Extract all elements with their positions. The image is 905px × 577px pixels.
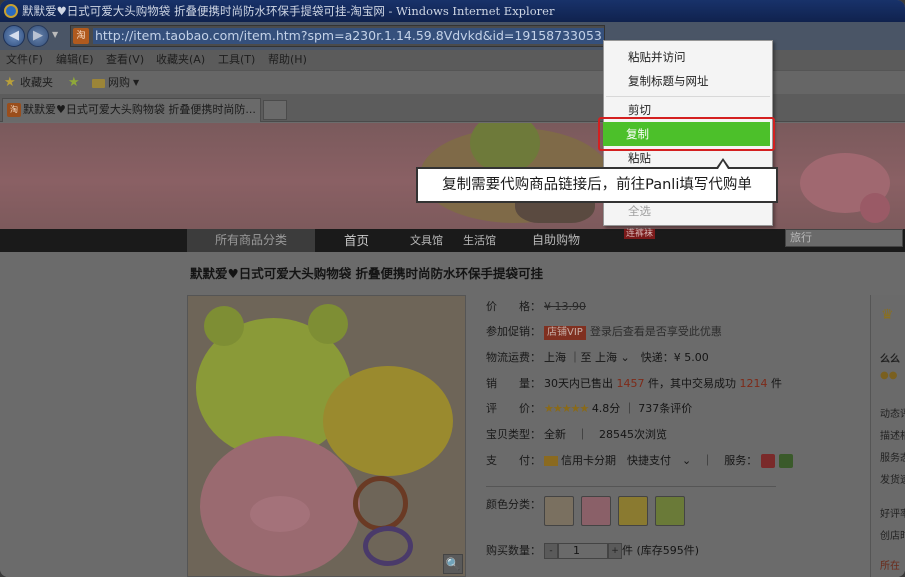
promo-login-link[interactable]: 登录后查看是否享受此优惠 <box>590 325 722 338</box>
payment-value[interactable]: 信用卡分期 快捷支付 ⌄ ｜ 服务： <box>561 454 757 467</box>
shop-info-panel: ♛ 么么 ●● 动态评 描述相 服务态 发货速 好评率 创店时 所在 <box>870 295 905 577</box>
menu-tools[interactable]: 工具(T) <box>218 50 255 70</box>
rating-value[interactable]: 4.8分 ｜ 737条评价 <box>592 402 692 415</box>
shop-nav: 所有商品分类 首页 文具馆 生活馆 自助购物 沫 家 连裤袜 旅行 <box>0 229 905 252</box>
ie-window: 默默爱♥日式可爱大头购物袋 折叠便携时尚防水环保手提袋可挂-淘宝网 - Wind… <box>0 0 905 577</box>
menu-item-paste-and-go[interactable]: 粘贴并访问 <box>628 47 686 67</box>
instruction-callout: 复制需要代购商品链接后，前往Panli填写代购单 <box>416 167 778 203</box>
menu-file[interactable]: 文件(F) <box>6 50 43 70</box>
type-row: 宝贝类型： 全新 ｜ 28545次浏览 <box>486 428 667 441</box>
frog-eye-graphic <box>308 304 348 344</box>
menu-separator <box>606 96 770 97</box>
product-content: 默默爱♥日式可爱大头购物袋 折叠便携时尚防水环保手提袋可挂 🔍 价 格： ¥ 13… <box>0 252 905 577</box>
menu-edit[interactable]: 编辑(E) <box>56 50 94 70</box>
shipping-row: 物流运费： 上海 ｜至 上海 ⌄ 快递：¥ 5.00 <box>486 351 709 364</box>
copy-highlight-frame: 复制 <box>598 117 775 151</box>
taobao-favicon-icon: 淘 <box>73 28 89 44</box>
shop-rank-icon: ●● <box>880 370 898 381</box>
banner-heart-small-graphic <box>860 193 890 223</box>
folder-icon <box>92 79 105 88</box>
new-tab-button[interactable] <box>263 100 287 120</box>
favorites-button[interactable]: 收藏夹 <box>20 71 53 95</box>
menu-item-select-all[interactable]: 全选 <box>628 201 651 221</box>
nav-stationery[interactable]: 文具馆 <box>410 229 443 252</box>
color-swatch-frog[interactable] <box>655 496 685 526</box>
taobao-tab-icon: 淘 <box>7 103 21 117</box>
sales-row: 销 量： 30天内已售出 1457 件，其中交易成功 1214 件 <box>486 377 782 390</box>
service-guarantee-icon <box>779 454 794 468</box>
vip-badge: 店铺VIP <box>544 326 586 340</box>
payment-row: 支 付： 信用卡分期 快捷支付 ⌄ ｜ 服务： <box>486 452 794 470</box>
color-swatch-pig[interactable] <box>581 496 611 526</box>
callout-pointer-inner <box>718 161 728 169</box>
qty-increase-button[interactable]: + <box>608 543 622 559</box>
duck-bag-graphic <box>323 366 453 476</box>
chevron-down-icon[interactable]: ▼ <box>133 71 139 95</box>
menu-help[interactable]: 帮助(H) <box>268 50 307 70</box>
favorites-folder-link[interactable]: 网购 <box>108 71 130 95</box>
zoom-icon[interactable]: 🔍 <box>443 554 463 574</box>
nav-home[interactable]: 首页 <box>344 229 369 252</box>
nav-self-purchase[interactable]: 自助购物 <box>532 229 580 252</box>
type-value: 全新 ｜ 28545次浏览 <box>544 428 667 441</box>
service-7day-icon <box>761 454 776 468</box>
menu-view[interactable]: 查看(V) <box>106 50 144 70</box>
address-field[interactable]: 淘 http://item.taobao.com/item.htm?spm=a2… <box>70 25 605 47</box>
history-dropdown-icon[interactable]: ▼ <box>52 30 58 39</box>
shop-search-input[interactable]: 旅行 <box>785 229 903 247</box>
menu-favorites[interactable]: 收藏夹(A) <box>156 50 205 70</box>
ie-logo-icon <box>4 4 18 18</box>
quantity-input[interactable]: 1 <box>558 543 608 559</box>
forward-button[interactable]: ▶ <box>27 25 49 47</box>
color-swatches <box>544 496 694 528</box>
credit-card-icon <box>544 456 558 466</box>
pig-nose-graphic <box>250 496 310 532</box>
crown-icon: ♛ <box>881 307 894 323</box>
price-value: ¥ 13.90 <box>544 300 586 313</box>
menu-item-copy[interactable]: 复制 <box>603 122 770 146</box>
menu-item-paste[interactable]: 粘贴 <box>628 148 651 168</box>
add-favorite-icon[interactable]: ★ <box>68 71 80 95</box>
nav-living[interactable]: 生活馆 <box>463 229 496 252</box>
rating-row: 评 价： ★★★★★ 4.8分 ｜ 737条评价 <box>486 402 693 415</box>
stock-info: 件 (库存595件) <box>622 544 700 557</box>
promo-row: 参加促销： 店铺VIP 登录后查看是否享受此优惠 <box>486 325 722 340</box>
shipping-value[interactable]: 上海 ｜至 上海 ⌄ 快递：¥ 5.00 <box>544 351 709 364</box>
color-swatch-panda[interactable] <box>544 496 574 526</box>
frog-eye-graphic <box>204 306 244 346</box>
color-row: 颜色分类： <box>486 498 541 511</box>
price-row: 价 格： ¥ 13.90 <box>486 300 586 313</box>
qty-decrease-button[interactable]: - <box>544 543 558 559</box>
color-swatch-duck[interactable] <box>618 496 648 526</box>
sales-count: 1457 <box>616 377 645 390</box>
carabiner-graphic <box>363 526 413 566</box>
favorites-star-icon: ★ <box>4 75 16 90</box>
back-button[interactable]: ◀ <box>3 25 25 47</box>
tab-label: 默默爱♥日式可爱大头购物袋 折叠便携时尚防... <box>23 103 256 116</box>
product-info: 价 格： ¥ 13.90 参加促销： 店铺VIP 登录后查看是否享受此优惠 物流运费：… <box>486 252 866 577</box>
quantity-row: 购买数量： -1 + 件 (库存595件) <box>486 543 700 559</box>
nav-brand-badge[interactable]: 连裤袜 <box>624 229 656 239</box>
window-title: 默默爱♥日式可爱大头购物袋 折叠便携时尚防水环保手提袋可挂-淘宝网 - Wind… <box>22 4 555 18</box>
tab-taobao-item[interactable]: 淘 默默爱♥日式可爱大头购物袋 折叠便携时尚防... <box>2 98 261 122</box>
sales-success-count: 1214 <box>739 377 768 390</box>
divider <box>486 486 776 487</box>
url-text[interactable]: http://item.taobao.com/item.htm?spm=a230… <box>93 28 604 44</box>
menu-item-copy-title-url[interactable]: 复制标题与网址 <box>628 71 709 91</box>
product-photo[interactable]: 🔍 <box>187 295 466 577</box>
title-bar: 默默爱♥日式可爱大头购物袋 折叠便携时尚防水环保手提袋可挂-淘宝网 - Wind… <box>0 0 905 22</box>
carabiner-graphic <box>353 476 408 531</box>
rating-stars-icon: ★★★★★ <box>544 402 589 415</box>
nav-all-categories[interactable]: 所有商品分类 <box>187 229 315 252</box>
